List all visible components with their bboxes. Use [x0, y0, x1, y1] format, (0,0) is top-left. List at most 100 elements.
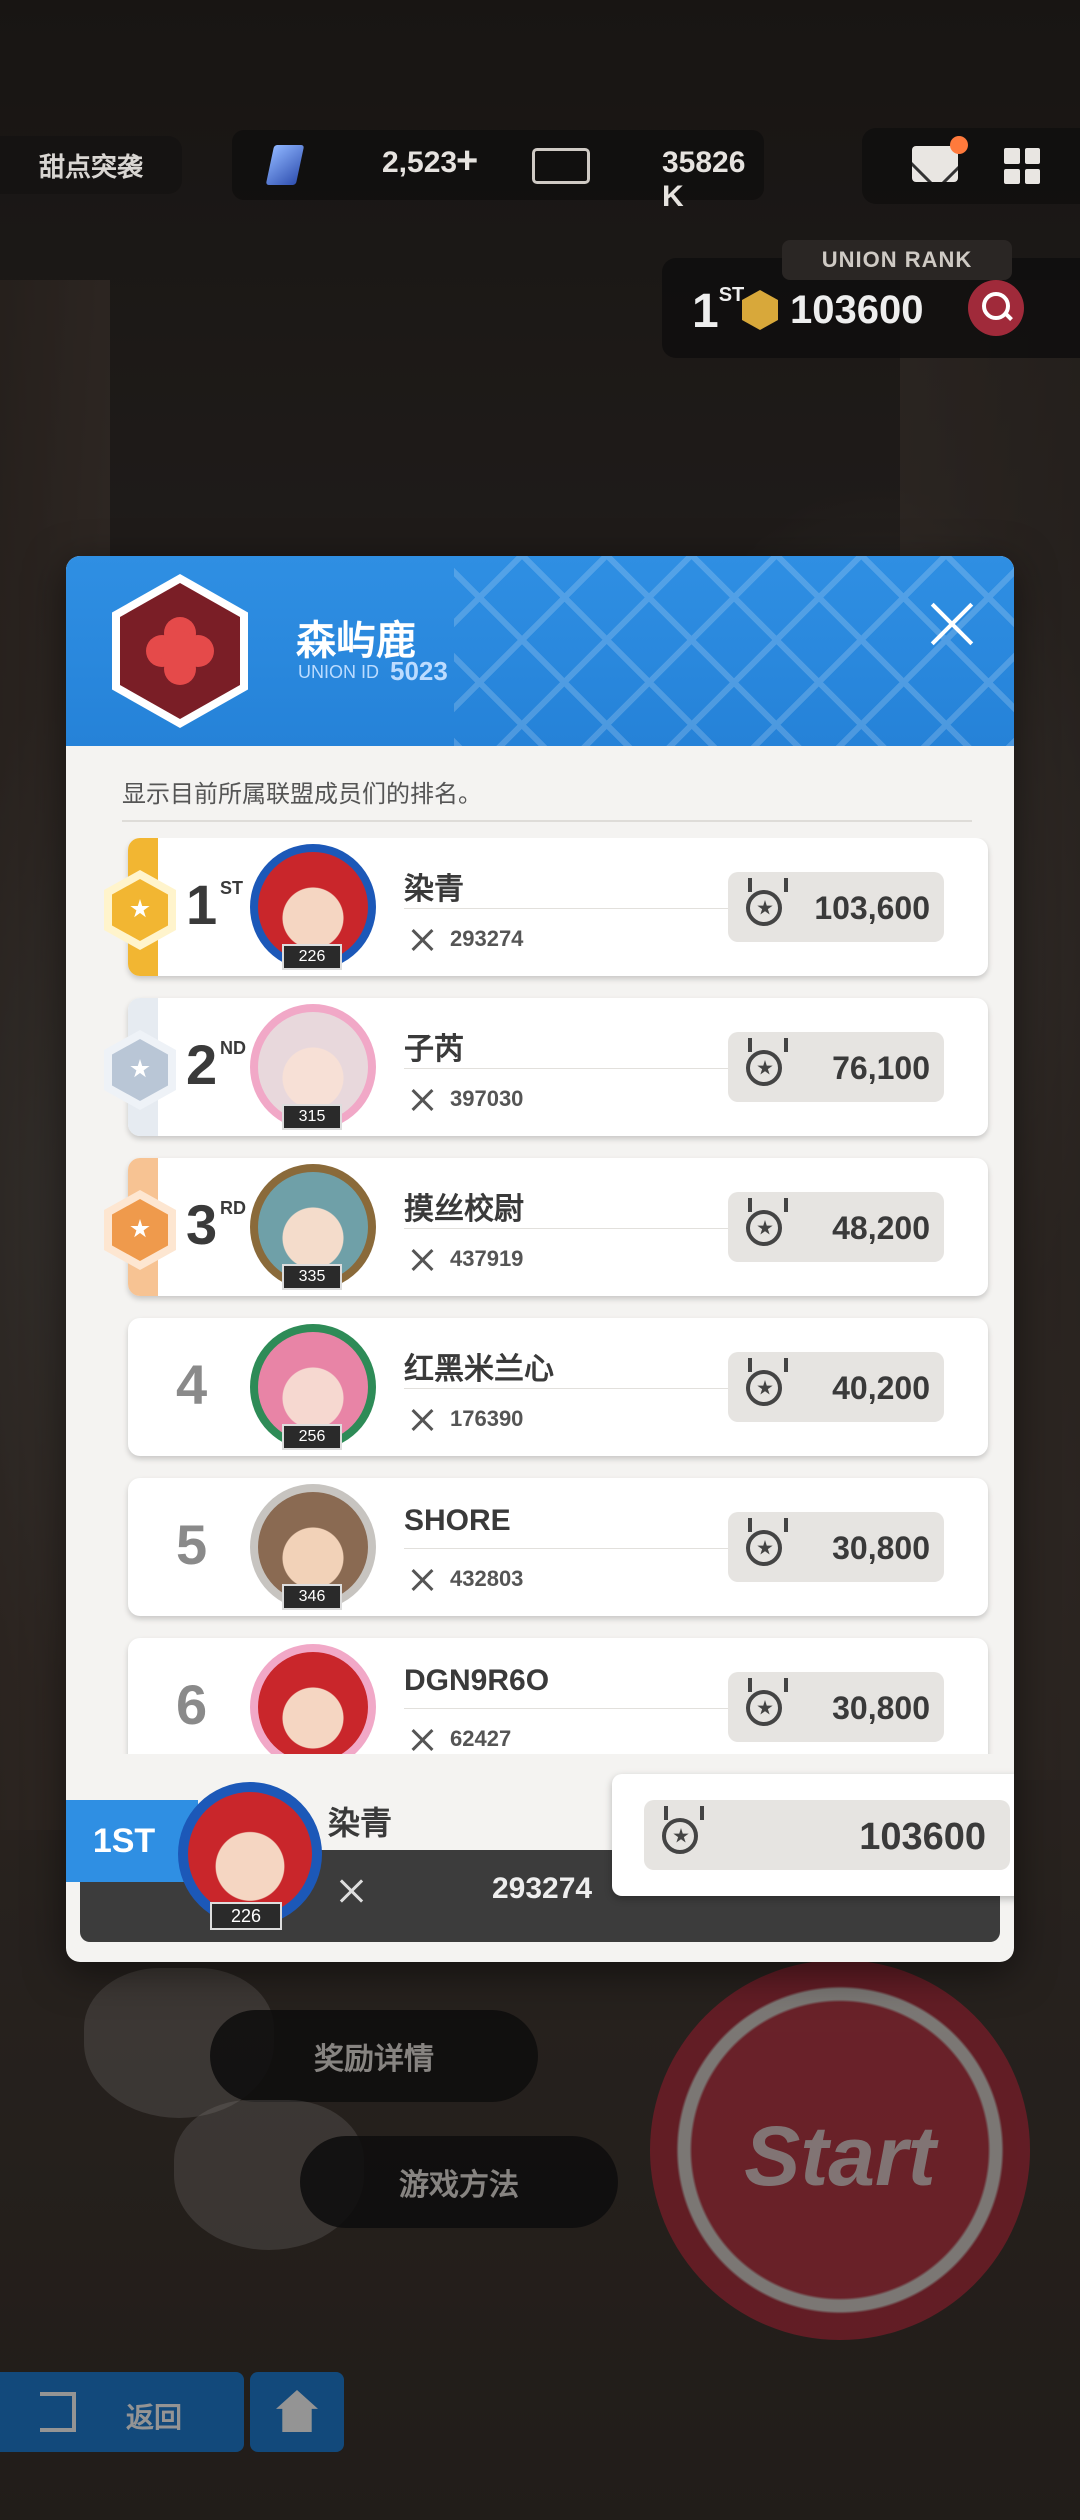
member-score: 48,200 — [832, 1210, 930, 1246]
union-coin-icon — [742, 290, 778, 330]
union-emblem-icon — [112, 574, 248, 728]
silver-medal-icon — [104, 1030, 176, 1110]
rank-suffix: ST — [220, 878, 244, 898]
divider — [404, 908, 734, 909]
event-tag: 甜点突袭 — [0, 136, 182, 194]
divider — [404, 1708, 734, 1709]
level-badge: 335 — [282, 1264, 342, 1290]
level-badge: 256 — [282, 1424, 342, 1450]
modal-description: 显示目前所属联盟成员们的排名。 — [122, 781, 482, 808]
crossed-swords-icon — [410, 1728, 434, 1752]
rank-number: 6 — [176, 1673, 208, 1736]
rank-suffix: RD — [220, 1198, 246, 1218]
rank-number: 5 — [176, 1513, 208, 1576]
score-pill: 30,800 — [728, 1672, 944, 1742]
combat-power: 176390 — [450, 1406, 524, 1431]
my-level-badge: 226 — [210, 1902, 282, 1930]
member-name: 摸丝校尉 — [404, 1193, 524, 1226]
member-row[interactable]: 1 ST 226 染青 293274 103,600 — [104, 838, 988, 976]
union-rank-position-num: 1 — [692, 285, 719, 338]
avatar[interactable] — [250, 1644, 376, 1754]
menu-grid-icon[interactable] — [1004, 148, 1040, 184]
add-gems-button[interactable]: + — [456, 140, 478, 183]
ticket-icon — [532, 148, 590, 184]
member-row[interactable]: 6 DGN9R6O 62427 30,800 — [128, 1638, 988, 1754]
divider — [404, 1548, 734, 1549]
union-rank-position-suffix: ST — [718, 284, 745, 306]
event-tag-label: 甜点突袭 — [38, 151, 143, 182]
rank-number: 2 — [186, 1033, 218, 1096]
score-pill: 103,600 — [728, 872, 944, 942]
score-pill: 40,200 — [728, 1352, 944, 1422]
gem-icon — [265, 145, 305, 185]
member-row[interactable]: 5 346 SHORE 432803 30,800 — [128, 1478, 988, 1616]
score-pill: 76,100 — [728, 1032, 944, 1102]
close-icon[interactable] — [924, 596, 980, 652]
combat-power: 432803 — [450, 1566, 524, 1591]
my-score-card: 103600 — [612, 1774, 1014, 1896]
medal-icon — [746, 1370, 782, 1406]
rank-number: 4 — [176, 1353, 208, 1416]
member-row[interactable]: 2 ND 315 子芮 397030 76,100 — [104, 998, 988, 1136]
divider — [122, 820, 972, 822]
medal-icon — [746, 1530, 782, 1566]
member-score: 103,600 — [814, 890, 930, 926]
bronze-medal-icon — [104, 1190, 176, 1270]
score-pill: 48,200 — [728, 1192, 944, 1262]
rank-number: 3 — [186, 1193, 218, 1256]
crossed-swords-icon — [410, 928, 434, 952]
member-ranking-list[interactable]: 1 ST 226 染青 293274 103,600 2 ND 315 子芮 3… — [82, 838, 998, 1754]
level-badge: 226 — [282, 944, 342, 970]
hud-right-panel — [862, 128, 1080, 204]
union-id: 5023 — [390, 656, 448, 686]
member-name: 子芮 — [404, 1033, 464, 1066]
level-badge: 315 — [282, 1104, 342, 1130]
score-pill: 30,800 — [728, 1512, 944, 1582]
member-name: DGN9R6O — [404, 1664, 550, 1697]
combat-power: 62427 — [450, 1726, 512, 1751]
divider — [404, 1228, 734, 1229]
my-score: 103600 — [859, 1816, 986, 1858]
medal-icon — [746, 1050, 782, 1086]
crossed-swords-icon — [410, 1248, 434, 1272]
gem-count: 2,523 — [382, 146, 458, 179]
member-name: 红黑米兰心 — [404, 1353, 554, 1386]
member-score: 30,800 — [832, 1690, 930, 1726]
rank-suffix: ND — [220, 1038, 246, 1058]
union-rank-position: 1ST — [692, 284, 744, 339]
union-rank-widget[interactable]: UNION RANK 1ST 103600 — [662, 240, 1080, 358]
union-ranking-modal: 森屿鹿 UNION ID 5023 显示目前所属联盟成员们的排名。 1 ST 2… — [66, 556, 1014, 1962]
divider — [404, 1068, 734, 1069]
currency-bar: 2,523 + 35826 K — [232, 130, 764, 213]
level-badge: 346 — [282, 1584, 342, 1610]
union-id-label: UNION ID — [298, 662, 379, 682]
search-icon[interactable] — [968, 280, 1024, 336]
combat-power: 437919 — [450, 1246, 524, 1271]
crossed-swords-icon — [338, 1878, 364, 1904]
my-name: 染青 — [328, 1805, 393, 1841]
medal-icon — [746, 890, 782, 926]
member-row[interactable]: 3 RD 335 摸丝校尉 437919 48,200 — [104, 1158, 988, 1296]
my-combat-power: 293274 — [492, 1872, 593, 1905]
union-rank-score: 103600 — [790, 288, 924, 332]
member-score: 76,100 — [832, 1050, 930, 1086]
gold-medal-icon — [104, 870, 176, 950]
member-score: 30,800 — [832, 1530, 930, 1566]
combat-power: 397030 — [450, 1086, 524, 1111]
medal-icon — [746, 1690, 782, 1726]
crossed-swords-icon — [410, 1088, 434, 1112]
notification-dot — [950, 136, 968, 154]
modal-header: 森屿鹿 UNION ID 5023 — [66, 556, 1014, 746]
my-rank-bar: 1ST 226 染青 293274 103600 — [66, 1754, 1014, 1944]
divider — [404, 1388, 734, 1389]
member-row[interactable]: 4 256 红黑米兰心 176390 40,200 — [128, 1318, 988, 1456]
mail-icon[interactable] — [912, 146, 958, 182]
rank-number: 1 — [186, 873, 218, 936]
combat-power: 293274 — [450, 926, 524, 951]
member-score: 40,200 — [832, 1370, 930, 1406]
medal-icon — [662, 1818, 698, 1854]
medal-icon — [746, 1210, 782, 1246]
member-name: SHORE — [404, 1504, 511, 1537]
member-name: 染青 — [404, 873, 464, 906]
crossed-swords-icon — [410, 1568, 434, 1592]
